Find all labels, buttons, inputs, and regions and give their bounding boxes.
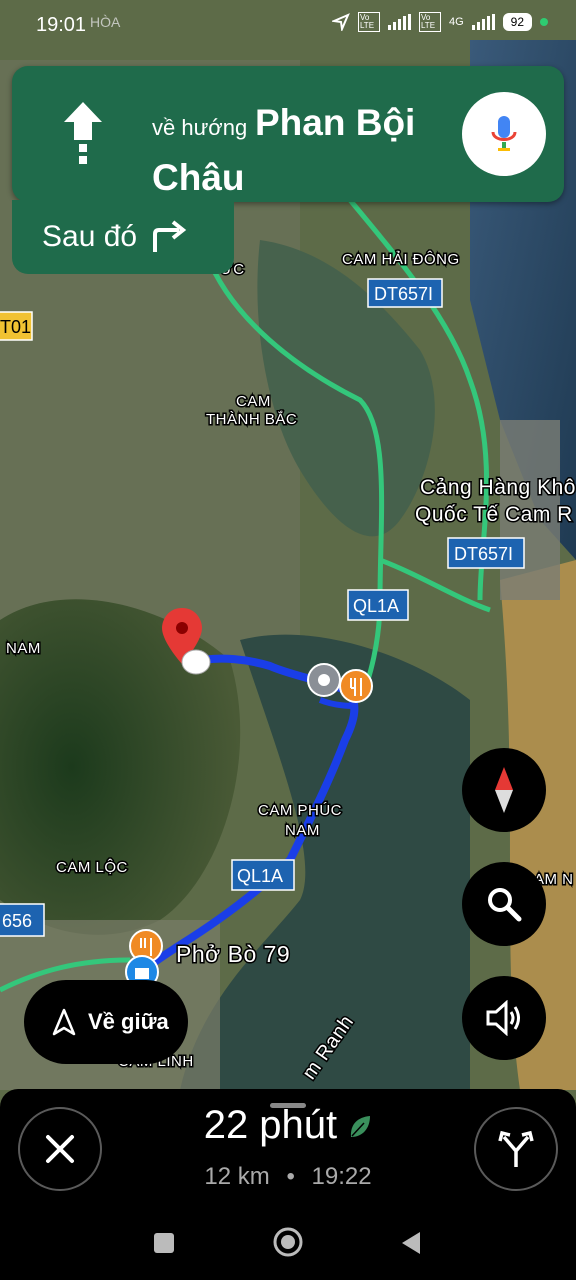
alternate-routes-button[interactable] bbox=[474, 1107, 558, 1191]
straight-arrow-icon bbox=[64, 102, 102, 164]
road-shield-ql1a-top: QL1A bbox=[347, 589, 409, 621]
navigation-arrow-icon bbox=[52, 1008, 76, 1036]
compass-icon bbox=[495, 767, 513, 813]
status-location-fragment: HÒA bbox=[90, 14, 121, 30]
sound-button[interactable] bbox=[462, 976, 546, 1060]
fork-route-icon bbox=[498, 1130, 534, 1167]
map-label-nam-left: NAM bbox=[6, 640, 41, 657]
map-label-cam-loc: CAM LỘC bbox=[56, 859, 128, 876]
map-label-cam-hai-dong: CAM HẢI ĐÔNG bbox=[342, 251, 460, 268]
trip-distance: 12 km bbox=[204, 1163, 270, 1190]
home-circle-icon bbox=[273, 1227, 303, 1257]
svg-text:DT657I: DT657I bbox=[374, 284, 433, 304]
square-icon bbox=[154, 1233, 174, 1253]
road-shield-656: 656 bbox=[0, 903, 45, 937]
road-shield-dt657-top: DT657I bbox=[367, 278, 443, 308]
search-icon bbox=[488, 888, 522, 922]
svg-text:QL1A: QL1A bbox=[353, 596, 399, 616]
map-label-cam-thanh-bac-2: THÀNH BẮC bbox=[206, 410, 297, 428]
volte-badge-1: Vo LTE bbox=[357, 12, 380, 32]
road-shield-ql1a-bottom: QL1A bbox=[231, 859, 295, 891]
privacy-dot-icon bbox=[540, 18, 548, 26]
back-triangle-icon bbox=[402, 1232, 420, 1254]
next-maneuver-card[interactable]: Sau đó bbox=[12, 200, 234, 274]
location-arrow-icon bbox=[331, 13, 350, 31]
road-shield-t01: T01 bbox=[0, 311, 33, 341]
then-label: Sau đó bbox=[42, 220, 138, 253]
status-bar: 19:01 HÒA Vo LTE Vo LTE 4G 92 bbox=[0, 0, 576, 52]
navigation-instruction-card[interactable]: về hướng Phan Bội Châu bbox=[12, 66, 564, 202]
battery-level: 92 bbox=[502, 13, 532, 31]
trip-arrival-time: 19:22 bbox=[311, 1163, 372, 1190]
search-button[interactable] bbox=[462, 862, 546, 946]
signal-bars-2-icon bbox=[471, 14, 495, 30]
volume-icon bbox=[486, 1000, 520, 1036]
volte-badge-2: Vo LTE bbox=[418, 12, 441, 32]
map-label-cam-phuc-nam-2: NAM bbox=[285, 822, 320, 839]
svg-text:DT657I: DT657I bbox=[454, 544, 513, 564]
trip-panel[interactable]: 22 phút 12 km • 19:22 bbox=[0, 1089, 576, 1202]
eco-leaf-icon bbox=[351, 1116, 371, 1138]
trip-duration: 22 phút bbox=[203, 1103, 338, 1147]
compass-button[interactable] bbox=[462, 748, 546, 832]
map-label-airport-2: Quốc Tế Cam R bbox=[415, 503, 573, 526]
status-time: 19:01 bbox=[36, 14, 87, 36]
voice-search-button[interactable] bbox=[462, 92, 546, 176]
instruction-prefix: về hướng bbox=[152, 115, 248, 140]
poi-label-pho-bo[interactable]: Phở Bò 79 bbox=[175, 940, 292, 969]
instruction-text: về hướng Phan Bội Châu bbox=[152, 98, 462, 206]
system-navigation-bar bbox=[0, 1202, 576, 1280]
turn-right-icon bbox=[153, 220, 187, 252]
road-shield-dt657-mid: DT657I bbox=[447, 537, 525, 569]
signal-bars-1-icon bbox=[387, 14, 411, 30]
place-marker-icon[interactable] bbox=[307, 663, 341, 697]
network-type: 4G bbox=[448, 16, 464, 28]
map-label-cam-thanh-bac-1: CAM bbox=[236, 393, 271, 410]
map-label-airport-1: Cảng Hàng Khô bbox=[420, 476, 576, 499]
back-button[interactable] bbox=[400, 1230, 422, 1261]
svg-text:T01: T01 bbox=[0, 317, 31, 337]
recent-apps-button[interactable] bbox=[153, 1232, 175, 1259]
recenter-button[interactable]: Về giữa bbox=[24, 980, 188, 1064]
svg-text:QL1A: QL1A bbox=[237, 866, 283, 886]
home-button[interactable] bbox=[272, 1226, 304, 1263]
svg-text:656: 656 bbox=[2, 911, 32, 931]
trip-separator: • bbox=[286, 1163, 295, 1190]
restaurant-marker-icon[interactable] bbox=[339, 669, 373, 703]
microphone-icon bbox=[491, 116, 517, 151]
route-end-marker bbox=[181, 649, 211, 675]
recenter-label: Về giữa bbox=[88, 1009, 169, 1034]
map-label-cam-phuc-nam-1: CAM PHÚC bbox=[258, 802, 342, 819]
